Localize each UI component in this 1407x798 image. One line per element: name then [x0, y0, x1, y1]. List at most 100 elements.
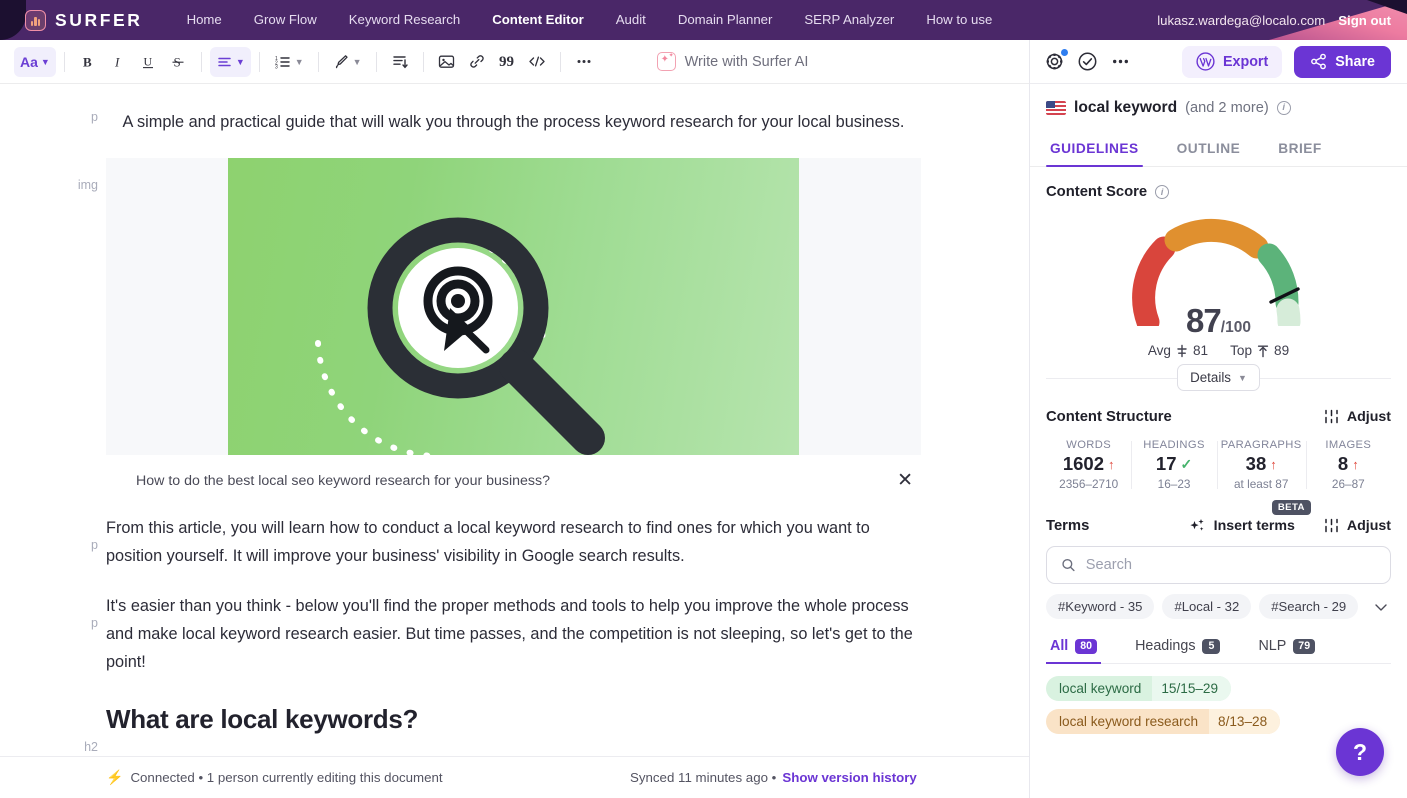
nav-item-audit[interactable]: Audit	[600, 0, 662, 40]
details-button[interactable]: Details ▼	[1177, 364, 1260, 391]
nav-item-serp-analyzer[interactable]: SERP Analyzer	[788, 0, 910, 40]
lead-paragraph: A simple and practical guide that will w…	[122, 113, 905, 131]
document-body: business? p A simple and practical guide…	[0, 84, 1029, 754]
nav-item-domain-planner[interactable]: Domain Planner	[662, 0, 789, 40]
content-structure-header: Content Structure Adjust	[1046, 408, 1391, 425]
export-button[interactable]: Export	[1181, 45, 1283, 78]
paragraph-block-1[interactable]: p From this article, you will learn how …	[0, 514, 1029, 570]
additional-keywords-count[interactable]: (and 2 more)	[1185, 100, 1269, 116]
stat-label: IMAGES	[1325, 439, 1372, 451]
sign-out-link[interactable]: Sign out	[1338, 13, 1391, 28]
bold-button[interactable]: B	[73, 47, 103, 77]
chip-search[interactable]: #Search - 29	[1259, 594, 1359, 619]
subtab-label: NLP	[1258, 638, 1287, 654]
chevron-down-icon: ▼	[352, 56, 362, 67]
terms-search-box[interactable]	[1046, 546, 1391, 584]
gutter-tag-p: p	[91, 538, 98, 552]
term-item[interactable]: local keyword 15/15–29	[1046, 676, 1232, 701]
sparkle-icon	[1190, 519, 1204, 531]
stat-images: IMAGES 8 ↑ 26–87	[1305, 439, 1391, 491]
adjust-terms-button[interactable]: Adjust	[1323, 517, 1391, 534]
subtab-count: 5	[1202, 638, 1221, 654]
nav-item-grow-flow[interactable]: Grow Flow	[238, 0, 333, 40]
document-canvas[interactable]: business? p A simple and practical guide…	[0, 84, 1029, 756]
terms-filter-chips: #Keyword - 35 #Local - 32 #Search - 29	[1046, 594, 1391, 619]
image-block[interactable]: img How to do the best local seo keyword…	[0, 158, 1029, 492]
insert-terms-button[interactable]: BETA Insert terms	[1189, 500, 1311, 534]
term-item[interactable]: local keyword research 8/13–28	[1046, 709, 1281, 734]
more-options-button[interactable]	[569, 47, 599, 77]
nav-item-how-to-use[interactable]: How to use	[910, 0, 1008, 40]
blockquote-button[interactable]: 99	[492, 47, 522, 77]
stat-label: WORDS	[1066, 439, 1112, 451]
underline-button[interactable]: U	[133, 47, 163, 77]
gutter-tag-img: img	[77, 178, 98, 192]
image-frame	[106, 158, 921, 455]
write-with-surfer-ai-button[interactable]: Write with Surfer AI	[651, 47, 815, 77]
paragraph-2: It's easier than you think - below you'l…	[106, 597, 913, 671]
font-style-dropdown[interactable]: Aa ▼	[14, 46, 56, 77]
content-score-value: 87/100	[1186, 302, 1251, 339]
strikethrough-button[interactable]: S	[163, 47, 193, 77]
gutter-tag-h2: h2	[84, 740, 98, 754]
chip-local[interactable]: #Local - 32	[1162, 594, 1252, 619]
check-circle-button[interactable]	[1077, 51, 1098, 72]
indent-button[interactable]	[385, 47, 415, 77]
code-block-button[interactable]	[522, 47, 552, 77]
toolbar-divider	[258, 51, 260, 72]
top-label: Top	[1230, 343, 1253, 358]
info-icon[interactable]: i	[1155, 185, 1170, 199]
search-input[interactable]	[1085, 557, 1376, 573]
tab-brief[interactable]: BRIEF	[1274, 131, 1326, 166]
highlight-color-dropdown[interactable]: ▼	[327, 47, 368, 77]
top-benchmark: Top 89	[1230, 343, 1289, 358]
insert-link-button[interactable]	[462, 47, 492, 77]
image-caption[interactable]: How to do the best local seo keyword res…	[136, 473, 550, 489]
page-title: business?	[106, 84, 921, 100]
nav-item-content-editor[interactable]: Content Editor	[476, 0, 600, 40]
heading-block-h2[interactable]: h2 What are local keywords?	[0, 704, 1029, 754]
nav-item-keyword-research[interactable]: Keyword Research	[333, 0, 476, 40]
nav-item-home[interactable]: Home	[171, 0, 238, 40]
tab-outline[interactable]: OUTLINE	[1173, 131, 1245, 166]
info-icon[interactable]: i	[1276, 100, 1291, 115]
chip-keyword[interactable]: #Keyword - 35	[1046, 594, 1155, 619]
subtab-all[interactable]: All 80	[1046, 633, 1102, 664]
image-caption-row: How to do the best local seo keyword res…	[106, 455, 921, 492]
paragraph-block-2[interactable]: p It's easier than you think - below you…	[0, 592, 1029, 676]
italic-button[interactable]: I	[103, 47, 133, 77]
chevron-down-icon[interactable]	[1373, 601, 1391, 613]
subtab-label: Headings	[1135, 638, 1196, 654]
panel-more-options-button[interactable]	[1110, 51, 1131, 72]
chevron-down-icon: ▼	[1238, 372, 1247, 383]
term-name: local keyword	[1059, 681, 1142, 696]
toolbar-divider	[200, 51, 202, 72]
tab-guidelines[interactable]: GUIDELINES	[1046, 131, 1143, 167]
panel-content: Content Score i 87/100 Avg 81 Top 89 Det…	[1030, 167, 1407, 798]
insert-image-button[interactable]	[432, 47, 462, 77]
text-align-dropdown[interactable]: ▼	[209, 46, 251, 77]
primary-keyword: local keyword	[1074, 98, 1178, 116]
settings-button[interactable]	[1044, 48, 1069, 72]
editor-status-bar: ⚡ Connected • 1 person currently editing…	[0, 756, 1029, 798]
adjust-structure-button[interactable]: Adjust	[1323, 408, 1391, 425]
help-button[interactable]: ?	[1336, 728, 1384, 776]
show-version-history-link[interactable]: Show version history	[782, 770, 916, 785]
settings-notification-dot	[1060, 48, 1069, 57]
lead-paragraph-block[interactable]: p A simple and practical guide that will…	[0, 108, 1029, 136]
toolbar-divider	[559, 51, 561, 72]
subtab-nlp[interactable]: NLP 79	[1254, 633, 1319, 663]
subtab-headings[interactable]: Headings 5	[1131, 633, 1224, 663]
stat-value-row: 17 ✓	[1135, 453, 1212, 475]
brand-logo[interactable]: SURFER	[25, 9, 143, 31]
stat-words: WORDS 1602 ↑ 2356–2710	[1046, 439, 1131, 491]
list-dropdown[interactable]: 123 ▼	[268, 47, 310, 77]
stat-range: at least 87	[1233, 477, 1289, 491]
adjust-label: Adjust	[1346, 408, 1391, 425]
insert-terms-label: Insert terms	[1213, 517, 1295, 534]
close-icon[interactable]: ✕	[891, 469, 919, 492]
guidelines-panel: Export Share local keyword (and 2 more) …	[1030, 40, 1407, 798]
toolbar-divider	[317, 51, 319, 72]
sync-status: Synced 11 minutes ago • Show version his…	[630, 770, 917, 785]
share-button[interactable]: Share	[1294, 45, 1391, 78]
